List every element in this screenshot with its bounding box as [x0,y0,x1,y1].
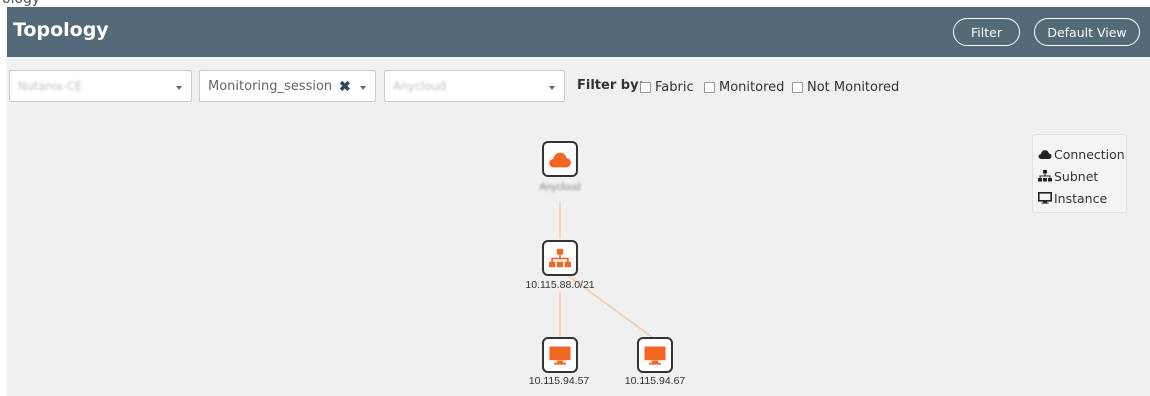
instance-node-label: 10.115.94.67 [624,375,686,387]
desktop-icon [644,346,666,365]
connection-node[interactable] [542,141,578,177]
page: ology Topology Filter Default View Nutan… [0,0,1150,396]
subnet-node-label: 10.115.88.0/21 [525,279,595,291]
connection-node-label: Anycloud [539,182,581,193]
topology-panel: Topology Filter Default View Nutanix-CE … [7,7,1150,396]
cropped-text-fragment: ology [0,0,60,6]
instance-node-label: 10.115.94.57 [528,375,590,387]
instance-node[interactable] [637,337,673,373]
topology-links [559,201,653,338]
sitemap-icon [549,248,571,267]
instance-node[interactable] [542,337,578,373]
subnet-node[interactable] [542,240,578,276]
cloud-icon [549,152,571,168]
desktop-icon [549,346,571,365]
